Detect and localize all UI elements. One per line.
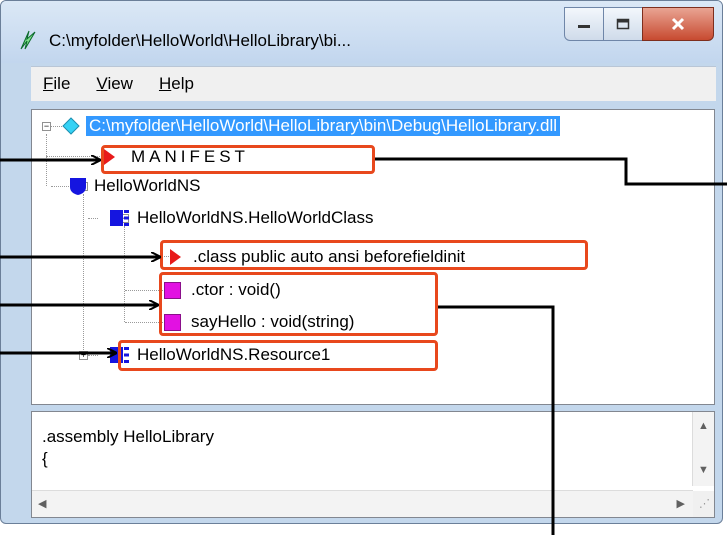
annotation-connector [438, 305, 555, 535]
annotation-arrows [0, 0, 727, 535]
annotation-connector [375, 157, 727, 186]
